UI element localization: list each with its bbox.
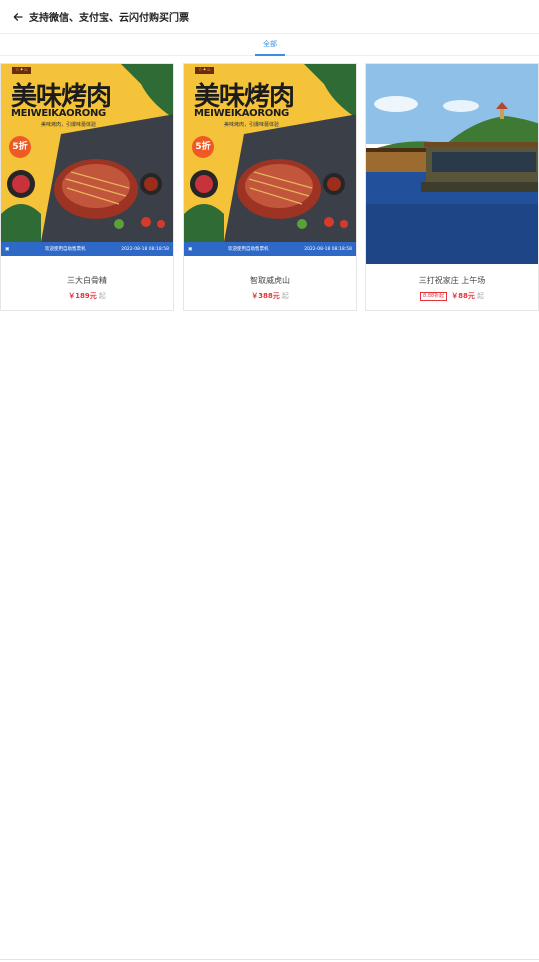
product-price-suffix: 起 xyxy=(476,292,484,300)
poster-bar-icon: ▣ xyxy=(5,246,10,252)
tab-all[interactable]: 全部 xyxy=(255,34,285,56)
poster-bar-icon: ▣ xyxy=(188,246,193,252)
poster-bar-text: 欢迎使用自助售票机 xyxy=(44,247,86,252)
poster-subtitle: MEIWEIKAORONG xyxy=(11,108,106,119)
poster-discount-badge: 5折 xyxy=(9,136,31,158)
header-bar: 支持微信、支付宝、云闪付购买门票 xyxy=(0,0,539,34)
product-name: 智取威虎山 xyxy=(250,276,290,285)
tab-active-indicator xyxy=(255,54,285,56)
poster-info-bar: ▣ 欢迎使用自助售票机 2022-08-18 08:18:58 xyxy=(1,242,173,256)
product-name: 三大白骨精 xyxy=(67,276,107,285)
bottom-divider xyxy=(0,959,539,960)
poster-logo: ☆✦♨ xyxy=(195,67,215,74)
tab-all-label: 全部 xyxy=(263,40,277,48)
bbq-poster-image: ☆✦♨ 美味烤肉 MEIWEIKAORONG 美味烤肉，引爆味蕾体验 5折 ▣ … xyxy=(1,64,173,256)
product-price: ￥88元 xyxy=(451,292,475,300)
poster-logo: ☆✦♨ xyxy=(12,67,32,74)
product-price-row: ￥189元 起 xyxy=(1,291,173,301)
product-price-suffix: 起 xyxy=(281,292,289,300)
page-title: 支持微信、支付宝、云闪付购买门票 xyxy=(29,13,189,24)
back-arrow-icon[interactable] xyxy=(11,10,25,24)
product-card[interactable]: ☆✦♨ 美味烤肉 MEIWEIKAORONG 美味烤肉，引爆味蕾体验 5折 ▣ … xyxy=(183,63,357,311)
bbq-poster-image: ☆✦♨ 美味烤肉 MEIWEIKAORONG 美味烤肉，引爆味蕾体验 5折 ▣ … xyxy=(184,64,356,256)
product-price-row: ￥388元 起 xyxy=(184,291,356,301)
product-name: 三打祝家庄 上午场 xyxy=(418,276,486,285)
poster-info-bar: ▣ 欢迎使用自助售票机 2022-08-18 08:18:58 xyxy=(184,242,356,256)
poster-tagline: 美味烤肉，引爆味蕾体验 xyxy=(224,122,280,128)
poster-subtitle: MEIWEIKAORONG xyxy=(194,108,289,119)
lake-boat-image xyxy=(366,64,538,264)
product-price-suffix: 起 xyxy=(98,292,106,300)
product-price: ￥388元 xyxy=(251,292,280,300)
poster-discount-badge: 5折 xyxy=(192,136,214,158)
tab-bar: 全部 xyxy=(0,34,539,56)
product-price-row: 8.88折起 ￥88元 起 xyxy=(366,291,538,301)
poster-tagline: 美味烤肉，引爆味蕾体验 xyxy=(41,122,97,128)
product-card[interactable]: ☆✦♨ 美味烤肉 MEIWEIKAORONG 美味烤肉，引爆味蕾体验 5折 ▣ … xyxy=(0,63,174,311)
poster-bar-datetime: 2022-08-18 08:18:58 xyxy=(304,246,352,252)
product-price: ￥189元 xyxy=(68,292,97,300)
product-card[interactable]: 三打祝家庄 上午场 8.88折起 ￥88元 起 xyxy=(365,63,539,311)
poster-bar-datetime: 2022-08-18 08:18:58 xyxy=(121,246,169,252)
poster-bar-text: 欢迎使用自助售票机 xyxy=(227,247,269,252)
discount-tag: 8.88折起 xyxy=(420,291,448,301)
